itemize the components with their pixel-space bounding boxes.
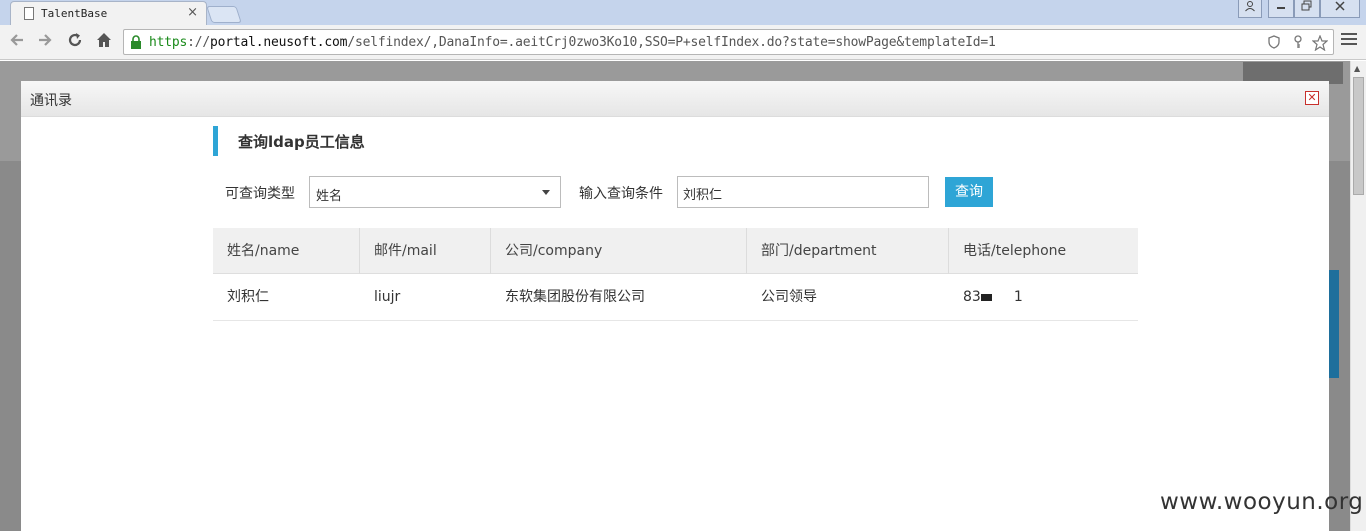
key-icon[interactable] [1291, 35, 1305, 53]
watermark: www.wooyun.org [1160, 489, 1364, 515]
tab-close-icon[interactable]: × [187, 5, 198, 20]
address-bar[interactable]: https://portal.neusoft.com/selfindex/,Da… [123, 29, 1334, 55]
browser-tab[interactable]: TalentBase × [10, 1, 207, 25]
cell-telephone: 83 1 [963, 289, 1023, 305]
page-side-panel [1329, 270, 1339, 378]
column-header-mail: 邮件/mail [360, 228, 491, 274]
reload-icon[interactable] [66, 31, 84, 54]
cell-name: 刘积仁 [227, 289, 269, 305]
window-close-button[interactable] [1320, 0, 1360, 18]
table-row[interactable]: 刘积仁 liujr 东软集团股份有限公司 公司领导 83 1 [213, 274, 1138, 321]
menu-icon[interactable] [1341, 33, 1357, 47]
query-type-select[interactable]: 姓名 [309, 176, 561, 208]
browser-toolbar: https://portal.neusoft.com/selfindex/,Da… [0, 25, 1366, 60]
table-header-row: 姓名/name 邮件/mail 公司/company 部门/department… [213, 228, 1138, 274]
query-button[interactable]: 查询 [945, 177, 993, 207]
query-condition-input[interactable]: 刘积仁 [677, 176, 929, 208]
cell-mail: liujr [374, 289, 401, 305]
dialog-close-icon[interactable]: ✕ [1305, 91, 1319, 105]
section-title: 查询ldap员工信息 [238, 133, 365, 151]
contacts-dialog: 通讯录 ✕ 查询ldap员工信息 可查询类型 姓名 输入查询条件 刘积仁 查询 … [21, 81, 1329, 531]
scrollbar-thumb[interactable] [1353, 77, 1364, 195]
restore-button[interactable] [1294, 0, 1320, 18]
column-header-telephone: 电话/telephone [963, 243, 1067, 259]
browser-tab-bar: TalentBase × [0, 0, 1366, 25]
new-tab-button[interactable] [206, 6, 242, 23]
bookmark-star-icon[interactable] [1311, 34, 1329, 55]
profile-icon[interactable] [1238, 0, 1262, 18]
query-type-value: 姓名 [316, 189, 343, 204]
redaction-mark [980, 293, 992, 301]
minimize-button[interactable] [1268, 0, 1294, 18]
lock-icon [131, 35, 141, 49]
column-header-name: 姓名/name [213, 228, 360, 274]
section-accent-bar [213, 126, 218, 156]
forward-icon[interactable] [36, 31, 54, 54]
url-text: https://portal.neusoft.com/selfindex/,Da… [149, 35, 996, 50]
document-icon [24, 7, 34, 20]
cell-company: 东软集团股份有限公司 [505, 289, 645, 305]
shield-icon[interactable] [1267, 35, 1281, 53]
home-icon[interactable] [95, 31, 113, 54]
query-type-label: 可查询类型 [225, 186, 295, 202]
tab-title: TalentBase [41, 7, 108, 20]
chevron-down-icon [542, 190, 550, 195]
scroll-up-icon[interactable]: ▲ [1354, 64, 1360, 73]
column-header-department: 部门/department [747, 228, 949, 274]
dialog-title: 通讯录 [30, 93, 72, 109]
query-condition-label: 输入查询条件 [579, 186, 663, 202]
back-icon[interactable] [8, 31, 26, 54]
page-scrollbar[interactable]: ▲ [1350, 61, 1366, 531]
cell-department: 公司领导 [761, 289, 817, 305]
dialog-header: 通讯录 ✕ [21, 81, 1329, 117]
column-header-company: 公司/company [491, 228, 747, 274]
